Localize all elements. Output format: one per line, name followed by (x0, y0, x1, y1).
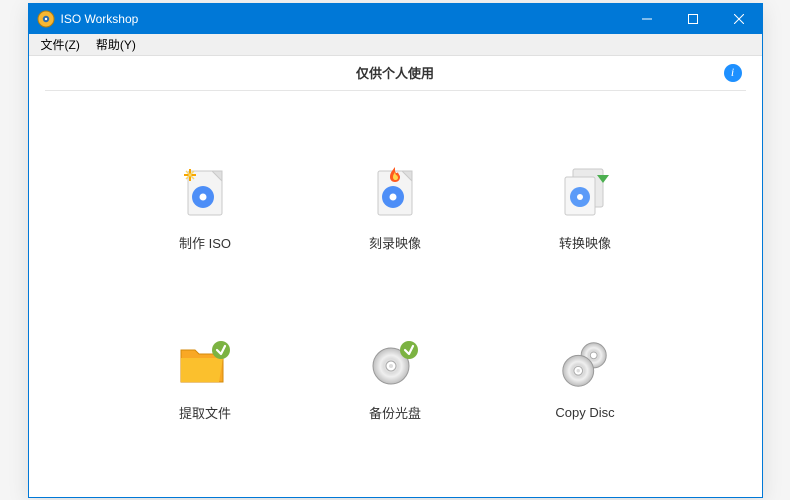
copy-disc-icon (557, 337, 613, 393)
backup-disc-icon (367, 335, 423, 391)
tile-make-iso-label: 制作 ISO (179, 233, 231, 252)
burn-image-icon (367, 165, 423, 221)
tile-extract-files-label: 提取文件 (179, 403, 231, 422)
titlebar: ISO Workshop (29, 4, 762, 34)
header: 仅供个人使用 i (29, 56, 762, 90)
tile-convert-image-label: 转换映像 (559, 233, 611, 252)
tile-backup-disc-label: 备份光盘 (369, 403, 421, 422)
tile-copy-disc[interactable]: Copy Disc (510, 314, 660, 444)
make-iso-icon (177, 165, 233, 221)
tile-convert-image[interactable]: 转换映像 (510, 144, 660, 274)
close-button[interactable] (716, 4, 762, 34)
tile-extract-files[interactable]: 提取文件 (130, 314, 280, 444)
personal-use-notice: 仅供个人使用 (356, 63, 434, 82)
menu-help[interactable]: 帮助(Y) (88, 34, 144, 55)
tile-backup-disc[interactable]: 备份光盘 (320, 314, 470, 444)
menu-file[interactable]: 文件(Z) (33, 34, 88, 55)
menubar: 文件(Z) 帮助(Y) (29, 34, 762, 56)
convert-image-icon (557, 165, 613, 221)
tile-make-iso[interactable]: 制作 ISO (130, 144, 280, 274)
tile-burn-image-label: 刻录映像 (369, 233, 421, 252)
info-icon[interactable]: i (724, 64, 742, 82)
app-icon (37, 10, 55, 28)
tile-copy-disc-label: Copy Disc (555, 405, 614, 420)
maximize-button[interactable] (670, 4, 716, 34)
tile-burn-image[interactable]: 刻录映像 (320, 144, 470, 274)
extract-files-icon (177, 335, 233, 391)
minimize-button[interactable] (624, 4, 670, 34)
tile-grid: 制作 ISO 刻录映像 (29, 91, 762, 497)
window-title: ISO Workshop (61, 12, 139, 26)
app-window: ISO Workshop 文件(Z) 帮助(Y) 仅供个人使用 i (28, 3, 763, 498)
